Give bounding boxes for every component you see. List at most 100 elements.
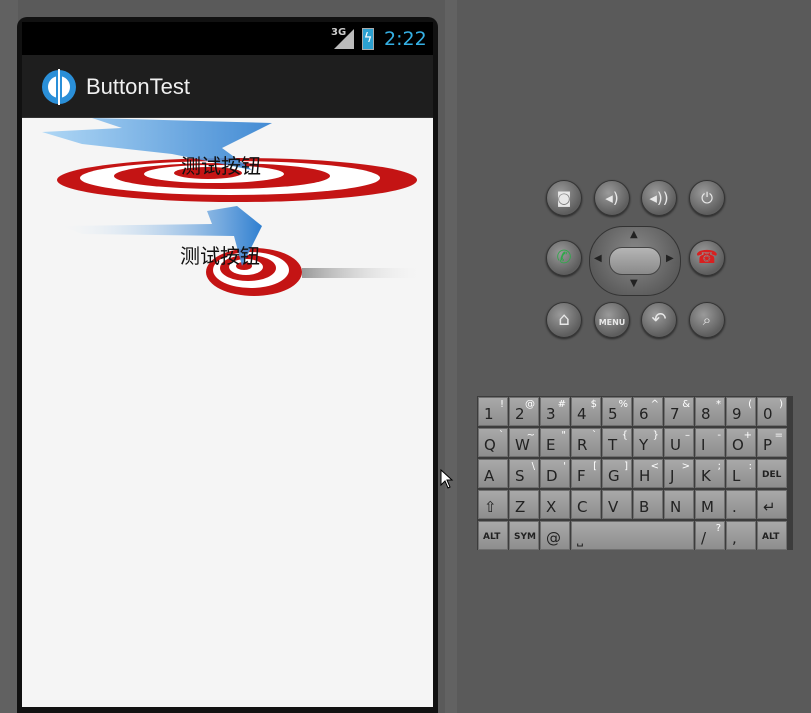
key-8[interactable]: 8 * (695, 397, 725, 426)
key-,[interactable]: , (726, 521, 756, 550)
key-3[interactable]: 3 # (540, 397, 570, 426)
key-f[interactable]: F[ (571, 459, 601, 488)
key-alt-label: # (557, 399, 566, 410)
key-d[interactable]: D ' (540, 459, 570, 488)
dpad-up-icon[interactable]: ▲ (630, 229, 638, 240)
key-label: H (639, 467, 651, 485)
key-alt-label: & (682, 399, 690, 410)
search-icon: ⌕ (702, 311, 712, 329)
key-label: 3 (546, 405, 556, 423)
key-/[interactable]: /? (695, 521, 725, 550)
search-button[interactable]: ⌕ (689, 302, 725, 338)
key-x[interactable]: X (540, 490, 570, 519)
key-.[interactable]: . (726, 490, 756, 519)
key-enter[interactable]: ↵ (757, 490, 787, 519)
key-b[interactable]: B (633, 490, 663, 519)
status-clock: 2:22 (384, 28, 427, 50)
key-alt[interactable]: ALT (757, 521, 787, 550)
dpad-right-icon[interactable]: ▶ (666, 253, 674, 264)
app-icon (42, 69, 76, 105)
key-y[interactable]: Y} (633, 428, 663, 457)
key-alt-label: " (561, 430, 566, 441)
key-label: ⇧ (484, 498, 497, 516)
key-label: Y (639, 436, 649, 454)
end-call-button[interactable]: ☎ (689, 240, 725, 276)
key-label: Z (515, 498, 526, 516)
key-alt-label: $ (590, 399, 597, 410)
key-alt-label: + (743, 430, 752, 441)
call-button[interactable]: ✆ (546, 240, 582, 276)
menu-button[interactable]: MENU (594, 302, 630, 338)
key-5[interactable]: 5% (602, 397, 632, 426)
home-icon: ⌂ (558, 309, 570, 330)
key-m[interactable]: M (695, 490, 725, 519)
camera-button[interactable]: ◙ (546, 180, 582, 216)
key-r[interactable]: R ` (571, 428, 601, 457)
key-e[interactable]: E " (540, 428, 570, 457)
dpad-left-icon[interactable]: ◀ (594, 253, 602, 264)
key-s[interactable]: S \ (509, 459, 539, 488)
key-label: F (577, 467, 586, 485)
key-t[interactable]: T{ (602, 428, 632, 457)
key-label: U (670, 436, 681, 454)
key-del[interactable]: DEL (757, 459, 787, 488)
back-button[interactable]: ↶ (641, 302, 677, 338)
key-label: R (577, 436, 588, 454)
key-p[interactable]: P = (757, 428, 787, 457)
power-button[interactable]: ⏻ (689, 180, 725, 216)
test-button-1-label: 测试按钮 (181, 154, 261, 178)
key-label: N (670, 498, 682, 516)
key-4[interactable]: 4 $ (571, 397, 601, 426)
key-u[interactable]: U – (664, 428, 694, 457)
key-alt[interactable]: ALT (478, 521, 508, 550)
key-0[interactable]: 0) (757, 397, 787, 426)
key-label: 1 (484, 405, 494, 423)
key-o[interactable]: O + (726, 428, 756, 457)
key-n[interactable]: N (664, 490, 694, 519)
key-v[interactable]: V (602, 490, 632, 519)
key-q[interactable]: Q ` (478, 428, 508, 457)
key-alt-label: ( (748, 399, 752, 410)
key-7[interactable]: 7 & (664, 397, 694, 426)
key-g[interactable]: G] (602, 459, 632, 488)
home-button[interactable]: ⌂ (546, 302, 582, 338)
key-alt-label: ^ (650, 399, 659, 410)
key-l[interactable]: L: (726, 459, 756, 488)
key-z[interactable]: Z (509, 490, 539, 519)
key-9[interactable]: 9( (726, 397, 756, 426)
test-button-2-label: 测试按钮 (180, 244, 260, 268)
dpad-center-button[interactable] (609, 247, 661, 275)
key-w[interactable]: W ~ (509, 428, 539, 457)
key-h[interactable]: H < (633, 459, 663, 488)
test-button-2[interactable]: 测试按钮 (62, 206, 433, 301)
key-j[interactable]: J > (664, 459, 694, 488)
key-alt-label: \ (531, 461, 535, 472)
volume-up-button[interactable]: ◂)) (641, 180, 677, 216)
key-k[interactable]: K; (695, 459, 725, 488)
key-label: J (670, 467, 675, 485)
key-a[interactable]: A (478, 459, 508, 488)
key-label: I (701, 436, 706, 454)
key-2[interactable]: 2 @ (509, 397, 539, 426)
key-label: X (546, 498, 557, 516)
key-label: T (608, 436, 618, 454)
dpad-down-icon[interactable]: ▼ (630, 278, 638, 289)
key-6[interactable]: 6 ^ (633, 397, 663, 426)
key-shift[interactable]: ⇧ (478, 490, 508, 519)
key-alt-label: = (774, 430, 783, 441)
key-label: G (608, 467, 620, 485)
key-alt-label: ' (563, 461, 566, 472)
key-label: S (515, 467, 525, 485)
key-alt-label: > (681, 461, 690, 472)
key-alt-label: < (650, 461, 659, 472)
key-label: E (546, 436, 556, 454)
key-c[interactable]: C (571, 490, 601, 519)
key-1[interactable]: 1! (478, 397, 508, 426)
key-space[interactable]: ⎵ (571, 521, 694, 550)
key-sym[interactable]: SYM (509, 521, 539, 550)
key-@[interactable]: @ (540, 521, 570, 550)
key-label: , (732, 529, 737, 547)
volume-down-button[interactable]: ◂) (594, 180, 630, 216)
test-button-1[interactable]: 测试按钮 (22, 118, 433, 206)
key-i[interactable]: I- (695, 428, 725, 457)
